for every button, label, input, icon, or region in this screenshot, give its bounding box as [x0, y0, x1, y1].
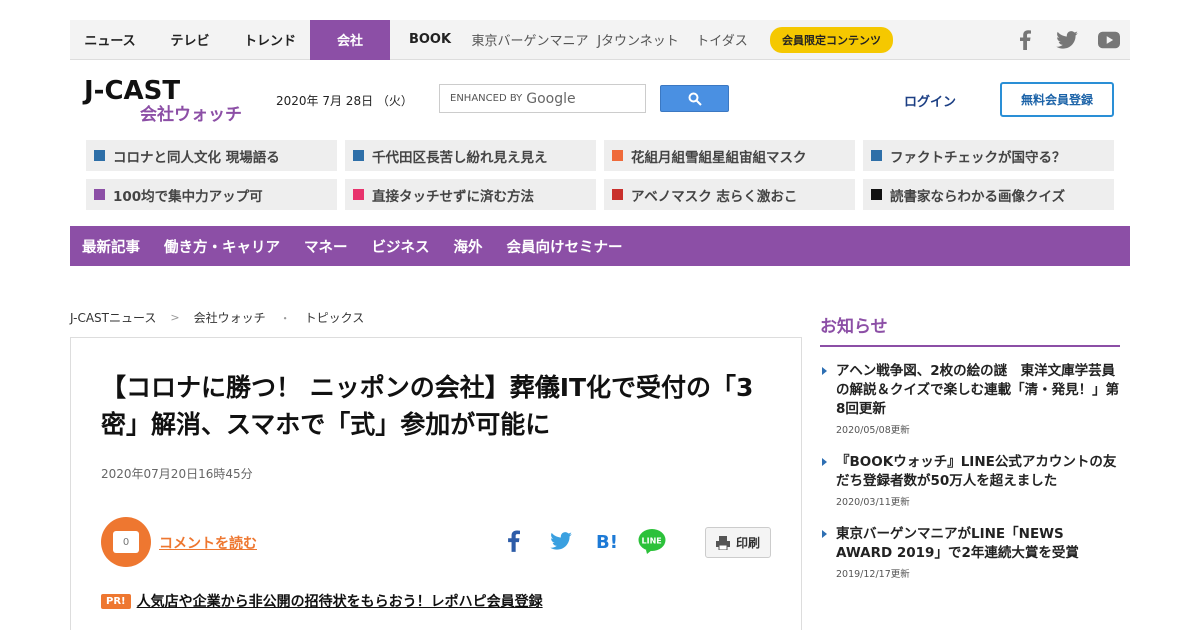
breadcrumb-dot-icon: ・: [279, 311, 291, 325]
topnav-book[interactable]: BOOK: [390, 20, 470, 60]
topic-square-icon: [353, 150, 364, 161]
cat-business[interactable]: ビジネス: [372, 236, 430, 257]
topnav-toidas[interactable]: トイダス: [686, 20, 758, 60]
search-brand: Google: [526, 90, 576, 107]
topic-square-icon: [871, 150, 882, 161]
notice-item[interactable]: 『BOOKウォッチ』LINE公式アカウントの友だち登録者数が50万人を超えました…: [822, 453, 1122, 508]
twitter-share-icon[interactable]: [549, 528, 573, 554]
breadcrumb-chevron-icon: >: [170, 311, 180, 324]
pr-tag: PR!: [101, 593, 131, 609]
topic-item[interactable]: 直接タッチせずに済む方法: [345, 179, 596, 210]
breadcrumb-item[interactable]: トピックス: [305, 309, 365, 326]
cat-career[interactable]: 働き方・キャリア: [164, 236, 280, 257]
pr-banner: PR! 人気店や企業から非公開の招待状をもらおう！レポハピ会員登録: [101, 591, 543, 611]
topic-item[interactable]: コロナと同人文化 現場語る: [86, 140, 337, 171]
search-button[interactable]: [660, 85, 729, 112]
comment-count: 0: [113, 531, 139, 553]
print-button[interactable]: 印刷: [705, 527, 771, 558]
comment-count-button[interactable]: 0: [101, 517, 151, 567]
print-label: 印刷: [735, 536, 760, 550]
twitter-icon[interactable]: [1056, 29, 1078, 51]
youtube-icon[interactable]: [1098, 29, 1120, 51]
notice-date: 2020/05/08更新: [836, 425, 910, 436]
hatena-bookmark-icon[interactable]: B!: [595, 528, 619, 554]
topnav-tv[interactable]: テレビ: [150, 20, 230, 60]
notice-title: 『BOOKウォッチ』LINE公式アカウントの友だち登録者数が50万人を超えました: [822, 453, 1122, 491]
social-links: [1014, 20, 1120, 60]
cat-overseas[interactable]: 海外: [454, 236, 483, 257]
cat-seminar[interactable]: 会員向けセミナー: [507, 236, 623, 257]
breadcrumb-item[interactable]: J-CASTニュース: [70, 309, 156, 326]
topnav-trend[interactable]: トレンド: [230, 20, 310, 60]
search-enhanced-label: ENHANCED BY: [450, 93, 523, 104]
topic-item[interactable]: 千代田区長苦し紛れ見え見え: [345, 140, 596, 171]
topnav-j-town-net[interactable]: Jタウンネット: [590, 20, 686, 60]
facebook-share-icon[interactable]: [503, 528, 523, 554]
pr-link[interactable]: 人気店や企業から非公開の招待状をもらおう！レポハピ会員登録: [137, 591, 543, 611]
search-icon: [688, 92, 702, 106]
topic-item[interactable]: アベノマスク 志らく激おこ: [604, 179, 855, 210]
site-logo[interactable]: J-CAST 会社ウォッチ: [84, 76, 254, 126]
topic-square-icon: [612, 189, 623, 200]
topic-square-icon: [612, 150, 623, 161]
notice-item[interactable]: 東京バーゲンマニアがLINE「NEWS AWARD 2019」で2年連続大賞を受…: [822, 525, 1122, 580]
topic-item[interactable]: 100均で集中力アップ可: [86, 179, 337, 210]
topic-item[interactable]: 読書家ならわかる画像クイズ: [863, 179, 1114, 210]
facebook-icon[interactable]: [1014, 29, 1036, 51]
topic-grid: コロナと同人文化 現場語る 千代田区長苦し紛れ見え見え 花組月組雪組星組宙組マス…: [86, 140, 1114, 210]
member-content-badge[interactable]: 会員限定コンテンツ: [770, 26, 893, 53]
breadcrumb: J-CASTニュース > 会社ウォッチ ・ トピックス: [70, 309, 364, 326]
topnav-company[interactable]: 会社: [310, 19, 390, 60]
notice-item[interactable]: アヘン戦争図、2枚の絵の謎 東洋文庫学芸員の解説＆クイズで楽しむ連載「清・発見！…: [822, 362, 1122, 436]
topic-square-icon: [94, 150, 105, 161]
notice-heading: お知らせ: [820, 312, 1120, 347]
printer-icon: [715, 535, 730, 550]
cat-money[interactable]: マネー: [304, 236, 348, 257]
notice-date: 2020/03/11更新: [836, 497, 910, 508]
topic-item[interactable]: ファクトチェックが国守る？: [863, 140, 1114, 171]
notice-title: アヘン戦争図、2枚の絵の謎 東洋文庫学芸員の解説＆クイズで楽しむ連載「清・発見！…: [822, 362, 1122, 419]
current-date: 2020年 7月 28日 （火）: [276, 94, 413, 108]
read-comments-link[interactable]: コメントを読む: [159, 533, 257, 553]
topnav-bargain-mania[interactable]: 東京バーゲンマニア: [470, 20, 590, 60]
category-nav: 最新記事 働き方・キャリア マネー ビジネス 海外 会員向けセミナー: [70, 226, 1130, 266]
svg-text:LINE: LINE: [642, 537, 662, 546]
signup-button[interactable]: 無料会員登録: [1000, 82, 1114, 117]
logo-sub: 会社ウォッチ: [140, 105, 242, 125]
top-nav: ニュース テレビ トレンド 会社 BOOK 東京バーゲンマニア Jタウンネット …: [70, 19, 1130, 60]
topic-square-icon: [353, 189, 364, 200]
notice-title: 東京バーゲンマニアがLINE「NEWS AWARD 2019」で2年連続大賞を受…: [822, 525, 1122, 563]
notice-date: 2019/12/17更新: [836, 569, 910, 580]
topic-item[interactable]: 花組月組雪組星組宙組マスク: [604, 140, 855, 171]
article-card: 【コロナに勝つ！ ニッポンの会社】葬儀IT化で受付の「3密」解消、スマホで「式」…: [70, 337, 802, 630]
svg-text:B!: B!: [596, 532, 618, 551]
search-input[interactable]: ENHANCED BY Google: [439, 84, 646, 113]
topic-square-icon: [871, 189, 882, 200]
topnav-news[interactable]: ニュース: [70, 20, 150, 60]
article-timestamp: 2020年07月20日16時45分: [101, 467, 253, 481]
login-link[interactable]: ログイン: [904, 91, 956, 110]
topic-square-icon: [94, 189, 105, 200]
breadcrumb-item[interactable]: 会社ウォッチ: [194, 309, 266, 326]
article-title: 【コロナに勝つ！ ニッポンの会社】葬儀IT化で受付の「3密」解消、スマホで「式」…: [101, 373, 754, 439]
cat-latest[interactable]: 最新記事: [82, 236, 140, 257]
line-share-icon[interactable]: LINE: [637, 528, 667, 554]
